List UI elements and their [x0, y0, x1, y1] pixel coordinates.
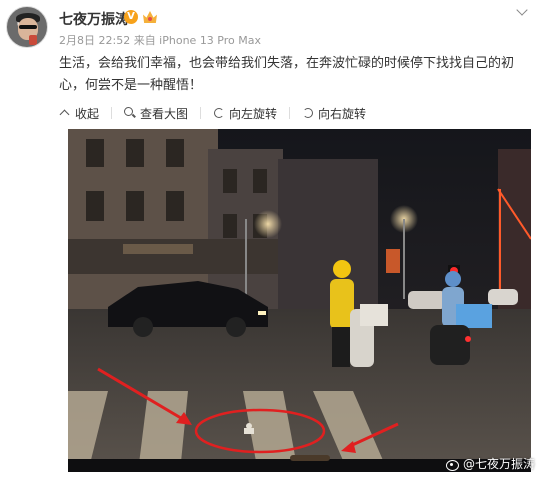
- post-meta: 2月8日 22:52 来自 iPhone 13 Pro Max: [59, 34, 261, 47]
- right-building: [278, 159, 378, 309]
- rotate-right-button[interactable]: 向右旋转: [302, 101, 366, 125]
- watermark-text: @七夜万振涛: [463, 457, 536, 471]
- delivery-box: [456, 304, 492, 328]
- post-photo[interactable]: [68, 129, 531, 472]
- username-link[interactable]: 七夜万振涛: [59, 9, 129, 29]
- toolbar-divider: [289, 107, 291, 119]
- window: [86, 139, 104, 167]
- car-wheel: [133, 317, 153, 337]
- avatar-glasses: [19, 25, 37, 29]
- chevron-up-icon: [59, 107, 71, 119]
- streetlight-glow: [254, 210, 282, 238]
- traffic-light-sign: [386, 249, 400, 273]
- toolbar-divider: [200, 107, 202, 119]
- weibo-post: 七夜万振涛 V 2月8日 22:52 来自 iPhone 13 Pro Max …: [0, 0, 542, 485]
- rotate-left-label: 向左旋转: [229, 106, 278, 121]
- crown-dot: [148, 17, 152, 21]
- night-street-scene: [68, 129, 531, 472]
- window: [126, 191, 144, 221]
- object-head: [246, 423, 252, 429]
- weibo-logo-icon: [446, 458, 460, 471]
- rider-yellow-legs: [332, 327, 350, 367]
- post-content: 生活，会给我们幸福，也会带给我们失落，在奔波忙碌的时候停下找找自己的初心，何尝不…: [59, 56, 515, 93]
- view-large-label: 查看大图: [140, 106, 189, 121]
- white-car: [408, 291, 446, 309]
- rotate-left-button[interactable]: 向左旋转: [213, 101, 277, 125]
- image-toolbar: 收起 查看大图 向左旋转 向右旋转: [59, 101, 378, 125]
- scooter-tail-light: [465, 336, 471, 342]
- rider-blue-helmet: [445, 271, 461, 287]
- white-car: [488, 289, 518, 305]
- far-right-building: [498, 149, 531, 309]
- window: [166, 139, 184, 167]
- avatar-cup: [29, 35, 37, 45]
- collapse-label: 收起: [75, 106, 100, 121]
- window: [126, 139, 144, 167]
- scooter-2: [430, 325, 470, 365]
- verified-icon: V: [124, 10, 138, 24]
- window: [223, 169, 237, 193]
- rider-yellow-helmet: [333, 260, 351, 278]
- window: [86, 191, 104, 221]
- toolbar-divider: [111, 107, 113, 119]
- rotate-right-label: 向右旋转: [318, 106, 367, 121]
- crown-badge-icon: [142, 9, 158, 25]
- window: [223, 214, 237, 238]
- car-wheel: [226, 317, 246, 337]
- collapse-button[interactable]: 收起: [59, 101, 99, 125]
- window: [253, 169, 267, 193]
- scooter-1-box: [360, 304, 388, 326]
- window: [166, 191, 184, 221]
- avatar[interactable]: [6, 6, 48, 48]
- storefront-sign: [123, 244, 193, 254]
- rotate-left-icon: [213, 107, 225, 119]
- car-headlight: [258, 311, 266, 315]
- dashboard-light: [290, 455, 330, 461]
- chevron-down-icon[interactable]: [515, 6, 529, 18]
- magnifier-icon: [124, 107, 136, 119]
- rotate-right-icon: [302, 107, 314, 119]
- image-watermark: @七夜万振涛: [446, 455, 535, 472]
- view-large-button[interactable]: 查看大图: [124, 101, 188, 125]
